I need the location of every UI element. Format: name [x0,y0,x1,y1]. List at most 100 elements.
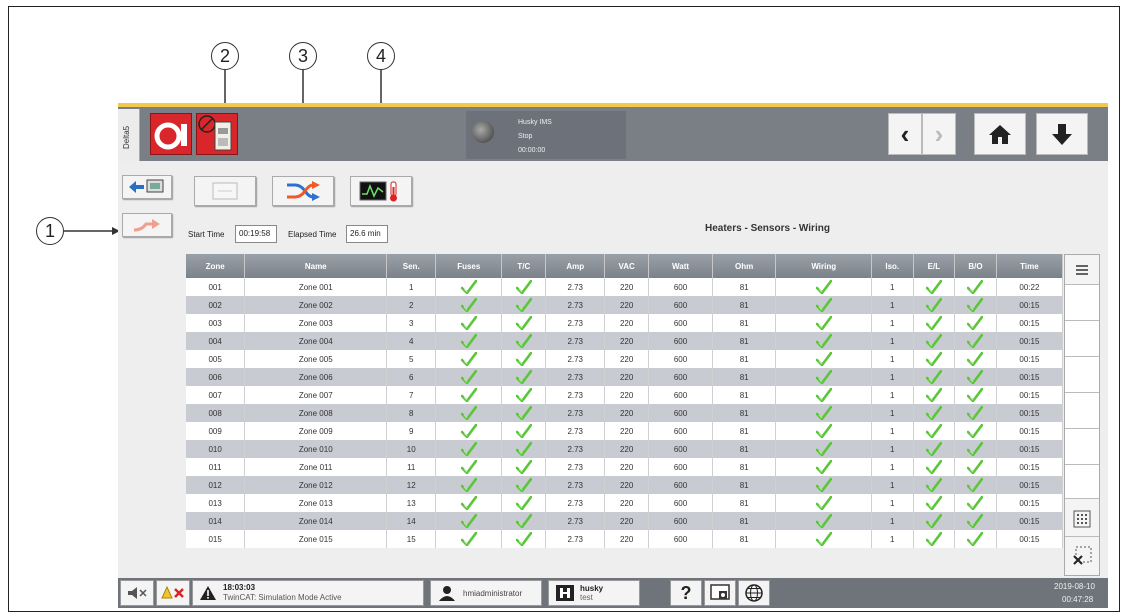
check-cell [775,458,872,476]
cell-sen: 6 [386,368,437,386]
download-button[interactable] [1036,113,1088,155]
husky-logo-button[interactable]: husky test [548,580,640,606]
cell-zone: 010 [186,440,246,458]
cell-amp: 2.73 [545,440,606,458]
cell-name: Zone 009 [244,422,388,440]
check-icon [460,496,477,510]
cell-zone: 007 [186,386,246,404]
table-row[interactable]: 005 Zone 005 5 2.73 220 600 81 1 00:15 [186,350,1064,368]
check-icon [967,478,984,492]
wiring-swap-button[interactable] [272,176,334,206]
cell-zone: 012 [186,476,246,494]
column-header[interactable]: Ohm [712,254,777,278]
home-button[interactable] [974,113,1026,155]
back-button[interactable]: ‹ [888,113,922,155]
mute-button[interactable] [120,580,154,606]
check-icon [815,532,832,546]
cell-ohm: 81 [712,296,777,314]
table-header-row: Zone Name Sen. Fuses T/C Amp VAC Watt Ohm Wiring I… [186,254,1064,278]
check-cell [435,476,503,494]
user-button[interactable]: hmiadministrator [430,580,542,606]
table-row[interactable]: 011 Zone 011 11 2.73 220 600 81 1 00:15 [186,458,1064,476]
language-button[interactable] [738,580,770,606]
cell-watt: 600 [648,494,713,512]
check-icon [515,388,532,402]
alarm-clear-icon [161,586,184,599]
cell-iso: 1 [871,458,914,476]
run-test-button[interactable] [122,213,172,237]
table-row[interactable]: 013 Zone 013 13 2.73 220 600 81 1 00:15 [186,494,1064,512]
cell-name: Zone 010 [244,440,388,458]
cell-ohm: 81 [712,278,777,296]
column-header[interactable]: Iso. [871,254,914,278]
table-row[interactable]: 008 Zone 008 8 2.73 220 600 81 1 00:15 [186,404,1064,422]
alarm-reset-button[interactable] [156,580,190,606]
column-header[interactable]: Time [996,254,1064,278]
cell-amp: 2.73 [545,296,606,314]
cell-iso: 1 [871,404,914,422]
check-icon [515,406,532,420]
back-to-overview-button[interactable] [122,175,172,199]
help-button[interactable]: ? [670,580,702,606]
alarm-message-bar[interactable]: 18:03:03 TwinCAT: Simulation Mode Active [192,580,424,606]
column-header[interactable]: T/C [501,254,547,278]
table-row[interactable]: 012 Zone 012 12 2.73 220 600 81 1 00:15 [186,476,1064,494]
machine-status-button[interactable] [196,113,238,155]
report-button[interactable] [194,176,256,206]
column-header[interactable]: Name [244,254,388,278]
stop-alarm-button[interactable] [150,113,192,155]
cell-zone: 006 [186,368,246,386]
table-row[interactable]: 010 Zone 010 10 2.73 220 600 81 1 00:15 [186,440,1064,458]
app-tab[interactable]: Delta5 [118,109,140,161]
column-header[interactable]: B/O [954,254,997,278]
check-icon [815,406,832,420]
table-row[interactable]: 002 Zone 002 2 2.73 220 600 81 1 00:15 [186,296,1064,314]
table-row[interactable]: 014 Zone 014 14 2.73 220 600 81 1 00:15 [186,512,1064,530]
cell-sen: 8 [386,404,437,422]
footer-date: 2019-08-10 [1054,582,1095,591]
column-header[interactable]: Wiring [775,254,872,278]
column-header[interactable]: E/L [913,254,956,278]
forward-button[interactable]: › [922,113,956,155]
cell-vac: 220 [604,368,650,386]
check-cell [913,458,956,476]
cell-zone: 009 [186,422,246,440]
cell-zone: 004 [186,332,246,350]
check-icon [460,388,477,402]
heater-scope-button[interactable] [350,176,412,206]
table-menu-button[interactable] [1065,255,1099,285]
check-cell [954,512,997,530]
table-row[interactable]: 003 Zone 003 3 2.73 220 600 81 1 00:15 [186,314,1064,332]
column-header[interactable]: Amp [545,254,606,278]
table-row[interactable]: 004 Zone 004 4 2.73 220 600 81 1 00:15 [186,332,1064,350]
check-icon [460,460,477,474]
check-icon [967,496,984,510]
callout-3: 3 [289,42,317,70]
table-row[interactable]: 001 Zone 001 1 2.73 220 600 81 1 00:22 [186,278,1064,296]
column-header[interactable]: Sen. [386,254,437,278]
cell-amp: 2.73 [545,530,606,548]
column-header[interactable]: Zone [186,254,246,278]
table-row[interactable]: 009 Zone 009 9 2.73 220 600 81 1 00:15 [186,422,1064,440]
screenshot-button[interactable] [704,580,736,606]
check-cell [954,530,997,548]
cell-name: Zone 013 [244,494,388,512]
cell-watt: 600 [648,368,713,386]
select-all-button[interactable] [1065,501,1099,537]
check-cell [435,422,503,440]
cell-iso: 1 [871,296,914,314]
menu-icon [1076,264,1088,275]
check-cell [775,440,872,458]
check-cell [501,422,547,440]
column-header[interactable]: VAC [604,254,650,278]
cell-time: 00:15 [996,350,1064,368]
cell-name: Zone 005 [244,350,388,368]
table-row[interactable]: 007 Zone 007 7 2.73 220 600 81 1 00:15 [186,386,1064,404]
check-icon [967,514,984,528]
cell-amp: 2.73 [545,332,606,350]
column-header[interactable]: Watt [648,254,713,278]
table-row[interactable]: 006 Zone 006 6 2.73 220 600 81 1 00:15 [186,368,1064,386]
column-header[interactable]: Fuses [435,254,503,278]
table-row[interactable]: 015 Zone 015 15 2.73 220 600 81 1 00:15 [186,530,1064,548]
deselect-all-button[interactable] [1065,537,1099,575]
